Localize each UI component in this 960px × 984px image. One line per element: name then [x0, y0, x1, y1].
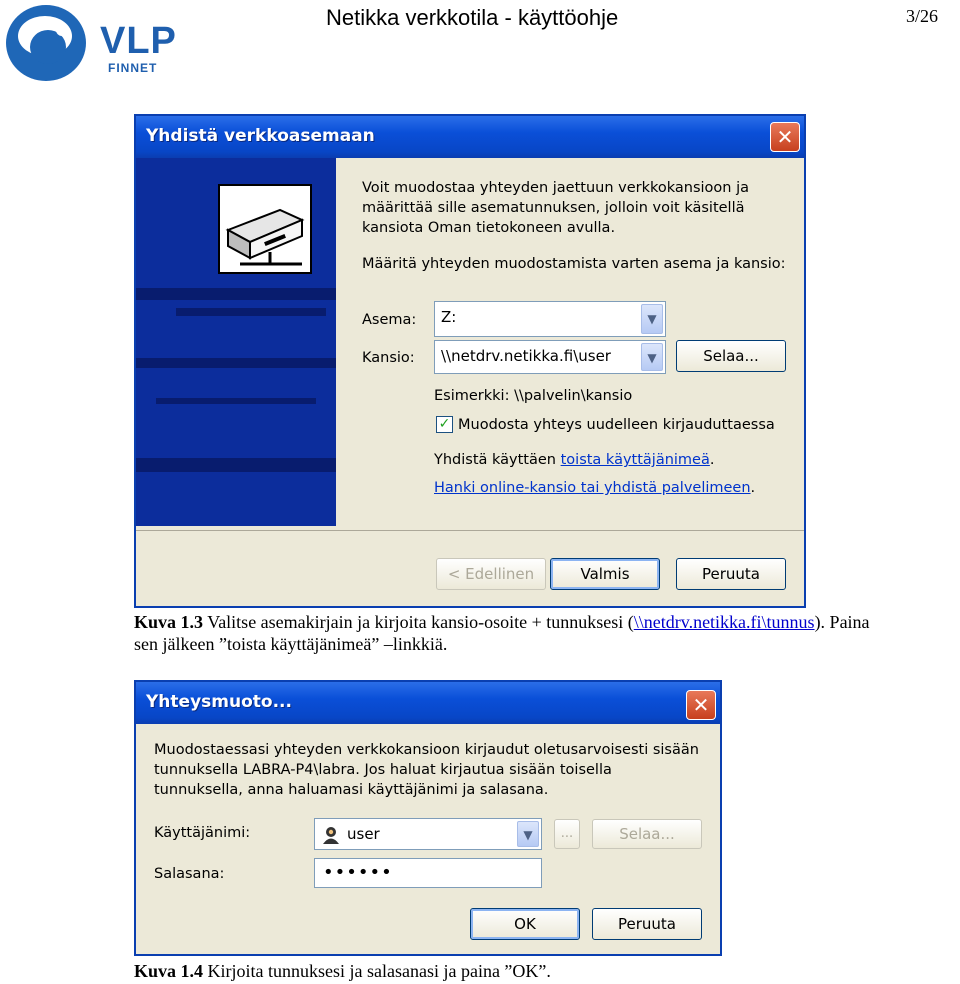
map-network-drive-dialog: Yhdistä verkkoasemaan ✕ Voit muodostaa y… — [134, 114, 806, 608]
folder-input[interactable]: \\netdrv.netikka.fi\user ▼ — [434, 340, 666, 374]
reconnect-checkbox[interactable]: ✓ — [436, 416, 453, 433]
online-folder-link[interactable]: Hanki online-kansio tai yhdistä palvelim… — [434, 480, 751, 496]
chevron-down-icon[interactable]: ▼ — [517, 821, 539, 847]
network-path-link[interactable]: \\netdrv.netikka.fi\tunnus — [634, 612, 815, 632]
password-label: Salasana: — [154, 866, 225, 882]
folder-value: \\netdrv.netikka.fi\user — [441, 347, 611, 365]
dialog-title: Yhdistä verkkoasemaan — [146, 126, 375, 146]
intro-text: Muodostaessasi yhteyden verkkokansioon k… — [154, 742, 699, 798]
logo-text: VLP — [100, 20, 177, 62]
drive-select[interactable]: Z: ▼ — [434, 301, 666, 337]
dialog-titlebar[interactable]: Yhdistä verkkoasemaan ✕ — [136, 116, 804, 158]
reconnect-label[interactable]: Muodosta yhteys uudelleen kirjauduttaess… — [458, 415, 775, 435]
example-text: Esimerkki: \\palvelin\kansio — [434, 388, 633, 404]
dialog-title: Yhteysmuoto... — [146, 692, 292, 712]
back-button[interactable]: < Edellinen — [436, 558, 546, 590]
page-number: 3/26 — [906, 6, 939, 26]
figure-caption-1-3: Kuva 1.3 Valitse asemakirjain ja kirjoit… — [134, 612, 870, 654]
dialog-titlebar[interactable]: Yhteysmuoto... ✕ — [136, 682, 720, 724]
close-button[interactable]: ✕ — [686, 690, 716, 720]
document-title: Netikka verkkotila - käyttöohje — [326, 5, 619, 30]
instruction-text: Määritä yhteyden muodostamista varten as… — [362, 256, 786, 272]
drive-value: Z: — [441, 308, 457, 326]
different-user-link[interactable]: toista käyttäjänimeä — [561, 452, 710, 468]
chevron-down-icon[interactable]: ▼ — [641, 343, 663, 371]
user-icon — [321, 825, 341, 849]
close-button[interactable]: ✕ — [770, 122, 800, 152]
intro-text: Voit muodostaa yhteyden jaettuun verkkok… — [362, 180, 750, 236]
close-icon: ✕ — [692, 693, 710, 717]
cancel-button[interactable]: Peruuta — [676, 558, 786, 590]
network-drive-icon — [218, 184, 312, 274]
close-icon: ✕ — [776, 125, 794, 149]
cancel-button[interactable]: Peruuta — [592, 908, 702, 940]
chevron-down-icon[interactable]: ▼ — [641, 304, 663, 334]
finish-button[interactable]: Valmis — [550, 558, 660, 590]
username-value: user — [347, 825, 380, 843]
ok-button[interactable]: OK — [470, 908, 580, 940]
ellipsis-button[interactable]: ... — [554, 819, 580, 849]
password-value: •••••• — [323, 862, 393, 883]
online-folder-text: Hanki online-kansio tai yhdistä palvelim… — [434, 480, 756, 496]
password-field[interactable]: •••••• — [314, 858, 542, 888]
logo-subtext: FINNET — [108, 61, 158, 75]
drive-label: Asema: — [362, 312, 417, 328]
browse-button[interactable]: Selaa... — [592, 819, 702, 849]
folder-label: Kansio: — [362, 350, 415, 366]
connect-as-dialog: Yhteysmuoto... ✕ Muodostaessasi yhteyden… — [134, 680, 722, 956]
button-area-divider — [136, 530, 804, 531]
username-label: Käyttäjänimi: — [154, 825, 251, 841]
connect-as-text: Yhdistä käyttäen toista käyttäjänimeä. — [434, 452, 715, 468]
wizard-side-panel — [136, 158, 336, 526]
username-select[interactable]: user ▼ — [314, 818, 542, 850]
browse-button[interactable]: Selaa... — [676, 340, 786, 372]
figure-caption-1-4: Kuva 1.4 Kirjoita tunnuksesi ja salasana… — [134, 961, 551, 981]
